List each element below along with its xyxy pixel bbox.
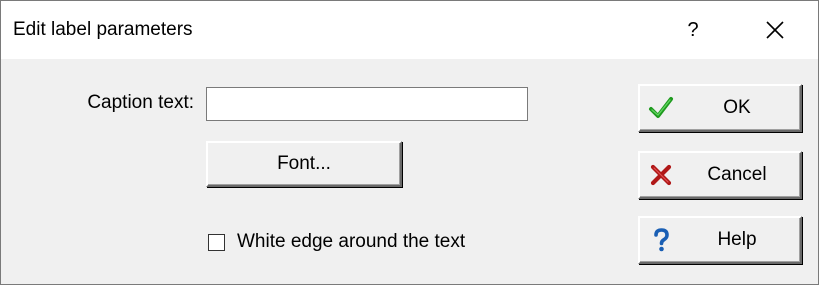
caption-text-input[interactable] xyxy=(206,87,528,121)
title-close-button[interactable] xyxy=(747,1,803,59)
caption-text-label: Caption text: xyxy=(87,92,194,113)
dialog-title: Edit label parameters xyxy=(13,19,193,40)
question-mark-icon xyxy=(654,228,669,252)
cancel-button-label: Cancel xyxy=(707,164,767,185)
edit-label-dialog: Edit label parameters ? Caption text: Fo… xyxy=(0,0,819,285)
white-edge-checkbox-label[interactable]: White edge around the text xyxy=(237,231,465,253)
question-mark-icon: ? xyxy=(687,18,699,41)
title-help-button[interactable]: ? xyxy=(665,1,721,59)
font-button-label: Font... xyxy=(277,153,331,174)
font-button[interactable]: Font... xyxy=(206,141,402,187)
white-edge-checkbox-row[interactable]: White edge around the text xyxy=(208,231,465,253)
help-button[interactable]: Help xyxy=(638,216,802,264)
close-icon xyxy=(766,21,784,39)
white-edge-checkbox[interactable] xyxy=(208,233,225,251)
cancel-button[interactable]: Cancel xyxy=(638,151,802,199)
help-button-label: Help xyxy=(717,229,757,250)
title-bar[interactable]: Edit label parameters ? xyxy=(1,1,818,59)
ok-button[interactable]: OK xyxy=(638,84,802,132)
dialog-body: Caption text: Font... White edge around … xyxy=(1,59,818,284)
red-x-icon xyxy=(650,164,672,186)
checkmark-icon xyxy=(649,97,673,118)
ok-button-label: OK xyxy=(723,97,751,118)
